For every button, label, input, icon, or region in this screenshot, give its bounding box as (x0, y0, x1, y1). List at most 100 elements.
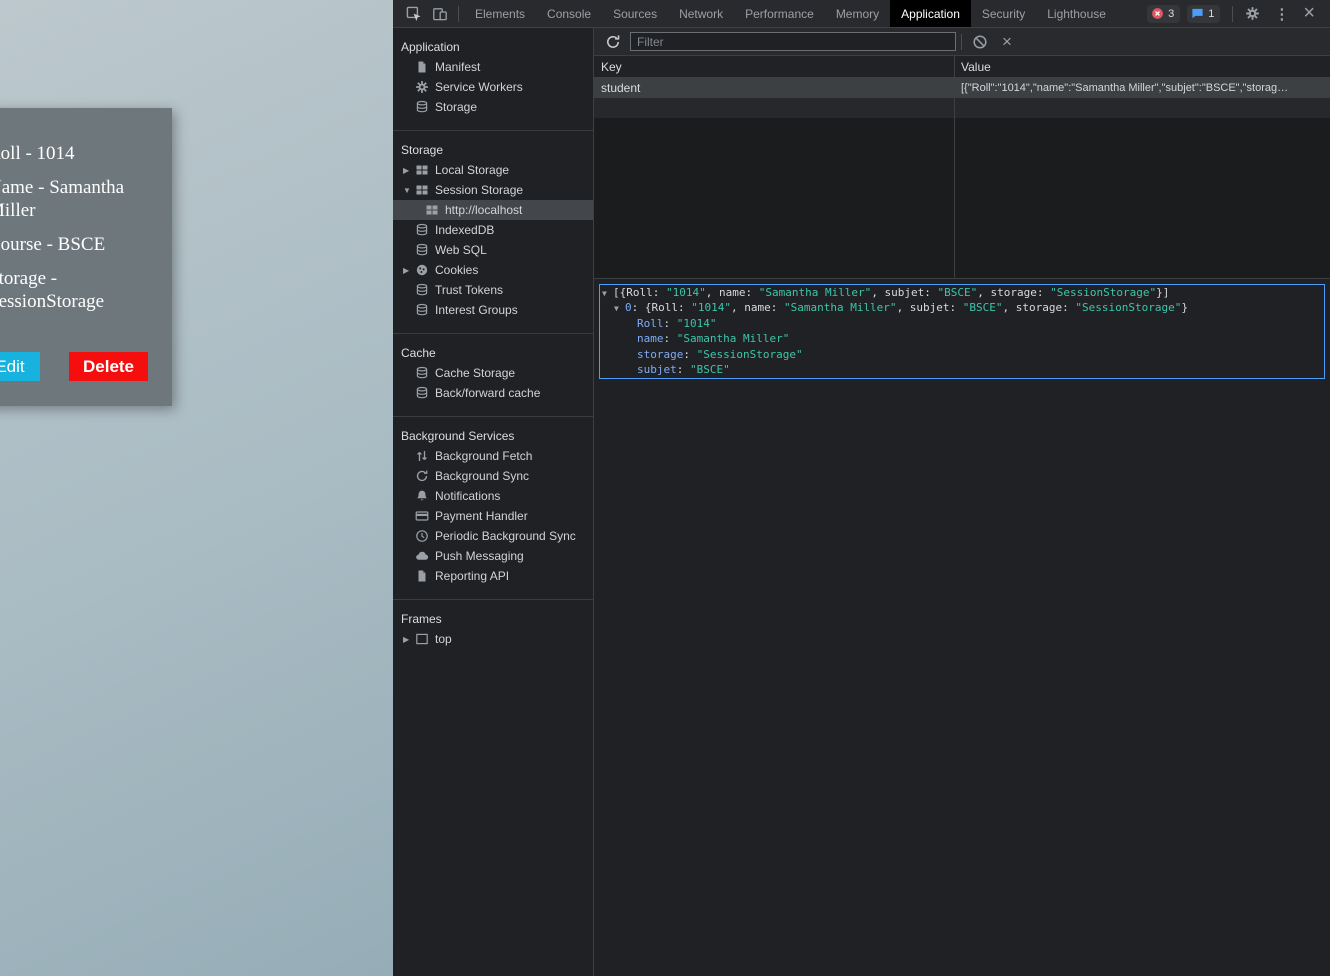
inspect-element-icon[interactable] (406, 6, 422, 22)
sidebar-item-local-storage[interactable]: ▶ Local Storage (393, 160, 593, 180)
triangle-down-icon[interactable]: ▼ (614, 304, 625, 313)
device-toolbar-icon[interactable] (432, 6, 448, 22)
delete-selected-icon[interactable]: × (1002, 32, 1012, 52)
sidebar-item-periodic-background-sync[interactable]: Periodic Background Sync (393, 526, 593, 546)
clear-all-icon[interactable] (972, 34, 988, 50)
triangle-right-icon[interactable]: ▶ (403, 635, 415, 644)
sidebar-item-storage[interactable]: Storage (393, 97, 593, 117)
sync-icon (415, 469, 429, 483)
tab-network[interactable]: Network (668, 0, 734, 27)
sidebar-item-trust-tokens[interactable]: Trust Tokens (393, 280, 593, 300)
sidebar-item-label: IndexedDB (435, 223, 494, 237)
sidebar-item-label: Cache Storage (435, 366, 515, 380)
fetch-arrows-icon (415, 449, 429, 463)
sidebar-item-interest-groups[interactable]: Interest Groups (393, 300, 593, 320)
triangle-right-icon[interactable]: ▶ (403, 166, 415, 175)
tab-memory[interactable]: Memory (825, 0, 890, 27)
sidebar-section-application: ApplicationManifestService WorkersStorag… (393, 28, 593, 131)
issues-badge[interactable]: 1 (1187, 5, 1220, 23)
property-value: "1014" (666, 286, 706, 299)
edit-button[interactable]: Edit (0, 352, 40, 381)
toolbar-separator (458, 6, 459, 22)
sidebar-item-reporting-api[interactable]: Reporting API (393, 566, 593, 586)
column-header-key[interactable]: Key (594, 60, 954, 74)
sidebar-sections: ApplicationManifestService WorkersStorag… (393, 28, 593, 662)
delete-button[interactable]: Delete (69, 352, 148, 381)
sidebar-item-background-sync[interactable]: Background Sync (393, 466, 593, 486)
preview-text: , storage: (977, 286, 1050, 299)
preview-text: , name: (731, 301, 784, 314)
sidebar-item-session-storage[interactable]: ▼ Session Storage (393, 180, 593, 200)
tab-sources[interactable]: Sources (602, 0, 668, 27)
devtools-panel: ElementsConsoleSourcesNetworkPerformance… (393, 0, 1330, 976)
column-header-value[interactable]: Value (954, 60, 1330, 74)
sidebar-item-indexeddb[interactable]: IndexedDB (393, 220, 593, 240)
tab-lighthouse[interactable]: Lighthouse (1036, 0, 1117, 27)
table-icon (415, 183, 429, 197)
database-icon (415, 303, 429, 317)
sidebar-item-top[interactable]: ▶ top (393, 629, 593, 649)
close-icon[interactable]: × (1303, 2, 1315, 25)
preview-text: : (677, 363, 690, 376)
sidebar-item-label: http://localhost (445, 203, 522, 217)
document-icon (415, 569, 429, 583)
tab-performance[interactable]: Performance (734, 0, 825, 27)
settings-gear-icon[interactable] (1245, 6, 1260, 21)
issue-count: 1 (1208, 8, 1214, 20)
triangle-down-icon[interactable]: ▼ (602, 289, 613, 298)
sidebar-item-service-workers[interactable]: Service Workers (393, 77, 593, 97)
sidebar-item-label: Interest Groups (435, 303, 518, 317)
sidebar-item-label: Background Fetch (435, 449, 532, 463)
property-key: storage (637, 348, 683, 361)
preview-tree-line[interactable]: storage: "SessionStorage" (600, 348, 1324, 363)
sidebar-item-label: Back/forward cache (435, 386, 540, 400)
property-value: "Samantha Miller" (759, 286, 872, 299)
sidebar-item-push-messaging[interactable]: Push Messaging (393, 546, 593, 566)
sidebar-item-background-fetch[interactable]: Background Fetch (393, 446, 593, 466)
table-row[interactable]: student[{"Roll":"1014","name":"Samantha … (594, 78, 1330, 98)
sidebar-item-label: Session Storage (435, 183, 523, 197)
sidebar-section-frames: Frames▶top (393, 600, 593, 662)
preview-tree-line[interactable]: ▼[{Roll: "1014", name: "Samantha Miller"… (600, 286, 1324, 301)
sidebar-item-notifications[interactable]: Notifications (393, 486, 593, 506)
sidebar-item-label: top (435, 632, 452, 646)
preview-section: ▼[{Roll: "1014", name: "Samantha Miller"… (594, 278, 1330, 976)
preview-pane[interactable]: ▼[{Roll: "1014", name: "Samantha Miller"… (599, 284, 1325, 379)
sidebar-item-manifest[interactable]: Manifest (393, 57, 593, 77)
database-icon (415, 386, 429, 400)
bell-icon (415, 489, 429, 503)
property-value: "BSCE" (690, 363, 730, 376)
filter-input[interactable] (630, 32, 956, 51)
preview-tree-line[interactable]: name: "Samantha Miller" (600, 332, 1324, 347)
student-field: Roll - 1014 (0, 142, 160, 165)
tab-console[interactable]: Console (536, 0, 602, 27)
sidebar-section-title: Background Services (393, 426, 593, 446)
preview-text: , subjet: (871, 286, 937, 299)
sidebar-section-title: Cache (393, 343, 593, 363)
sidebar-item-back-forward-cache[interactable]: Back/forward cache (393, 383, 593, 403)
tab-application[interactable]: Application (890, 0, 971, 27)
triangle-down-icon[interactable]: ▼ (403, 186, 415, 195)
property-value: "Samantha Miller" (784, 301, 897, 314)
tab-security[interactable]: Security (971, 0, 1036, 27)
sidebar-item-cookies[interactable]: ▶Cookies (393, 260, 593, 280)
tab-elements[interactable]: Elements (464, 0, 536, 27)
sidebar-item-web-sql[interactable]: Web SQL (393, 240, 593, 260)
application-sidebar: ApplicationManifestService WorkersStorag… (393, 28, 594, 976)
more-menu-icon[interactable]: ⋮ (1274, 5, 1289, 23)
preview-tree-line[interactable]: subjet: "BSCE" (600, 363, 1324, 378)
column-divider[interactable] (954, 56, 955, 278)
preview-tree-line[interactable]: Roll: "1014" (600, 317, 1324, 332)
sidebar-item-cache-storage[interactable]: Cache Storage (393, 363, 593, 383)
sidebar-item-http-localhost[interactable]: http://localhost (393, 200, 593, 220)
preview-tree-line[interactable]: ▼0: {Roll: "1014", name: "Samantha Mille… (600, 301, 1324, 316)
sidebar-item-payment-handler[interactable]: Payment Handler (393, 506, 593, 526)
refresh-icon[interactable] (605, 34, 621, 50)
error-count: 3 (1168, 8, 1174, 20)
error-badge[interactable]: 3 (1147, 5, 1180, 23)
sidebar-item-label: Web SQL (435, 243, 487, 257)
triangle-right-icon[interactable]: ▶ (403, 266, 415, 275)
sidebar-item-label: Local Storage (435, 163, 509, 177)
preview-text: : (664, 332, 677, 345)
preview-text: , storage: (1003, 301, 1076, 314)
